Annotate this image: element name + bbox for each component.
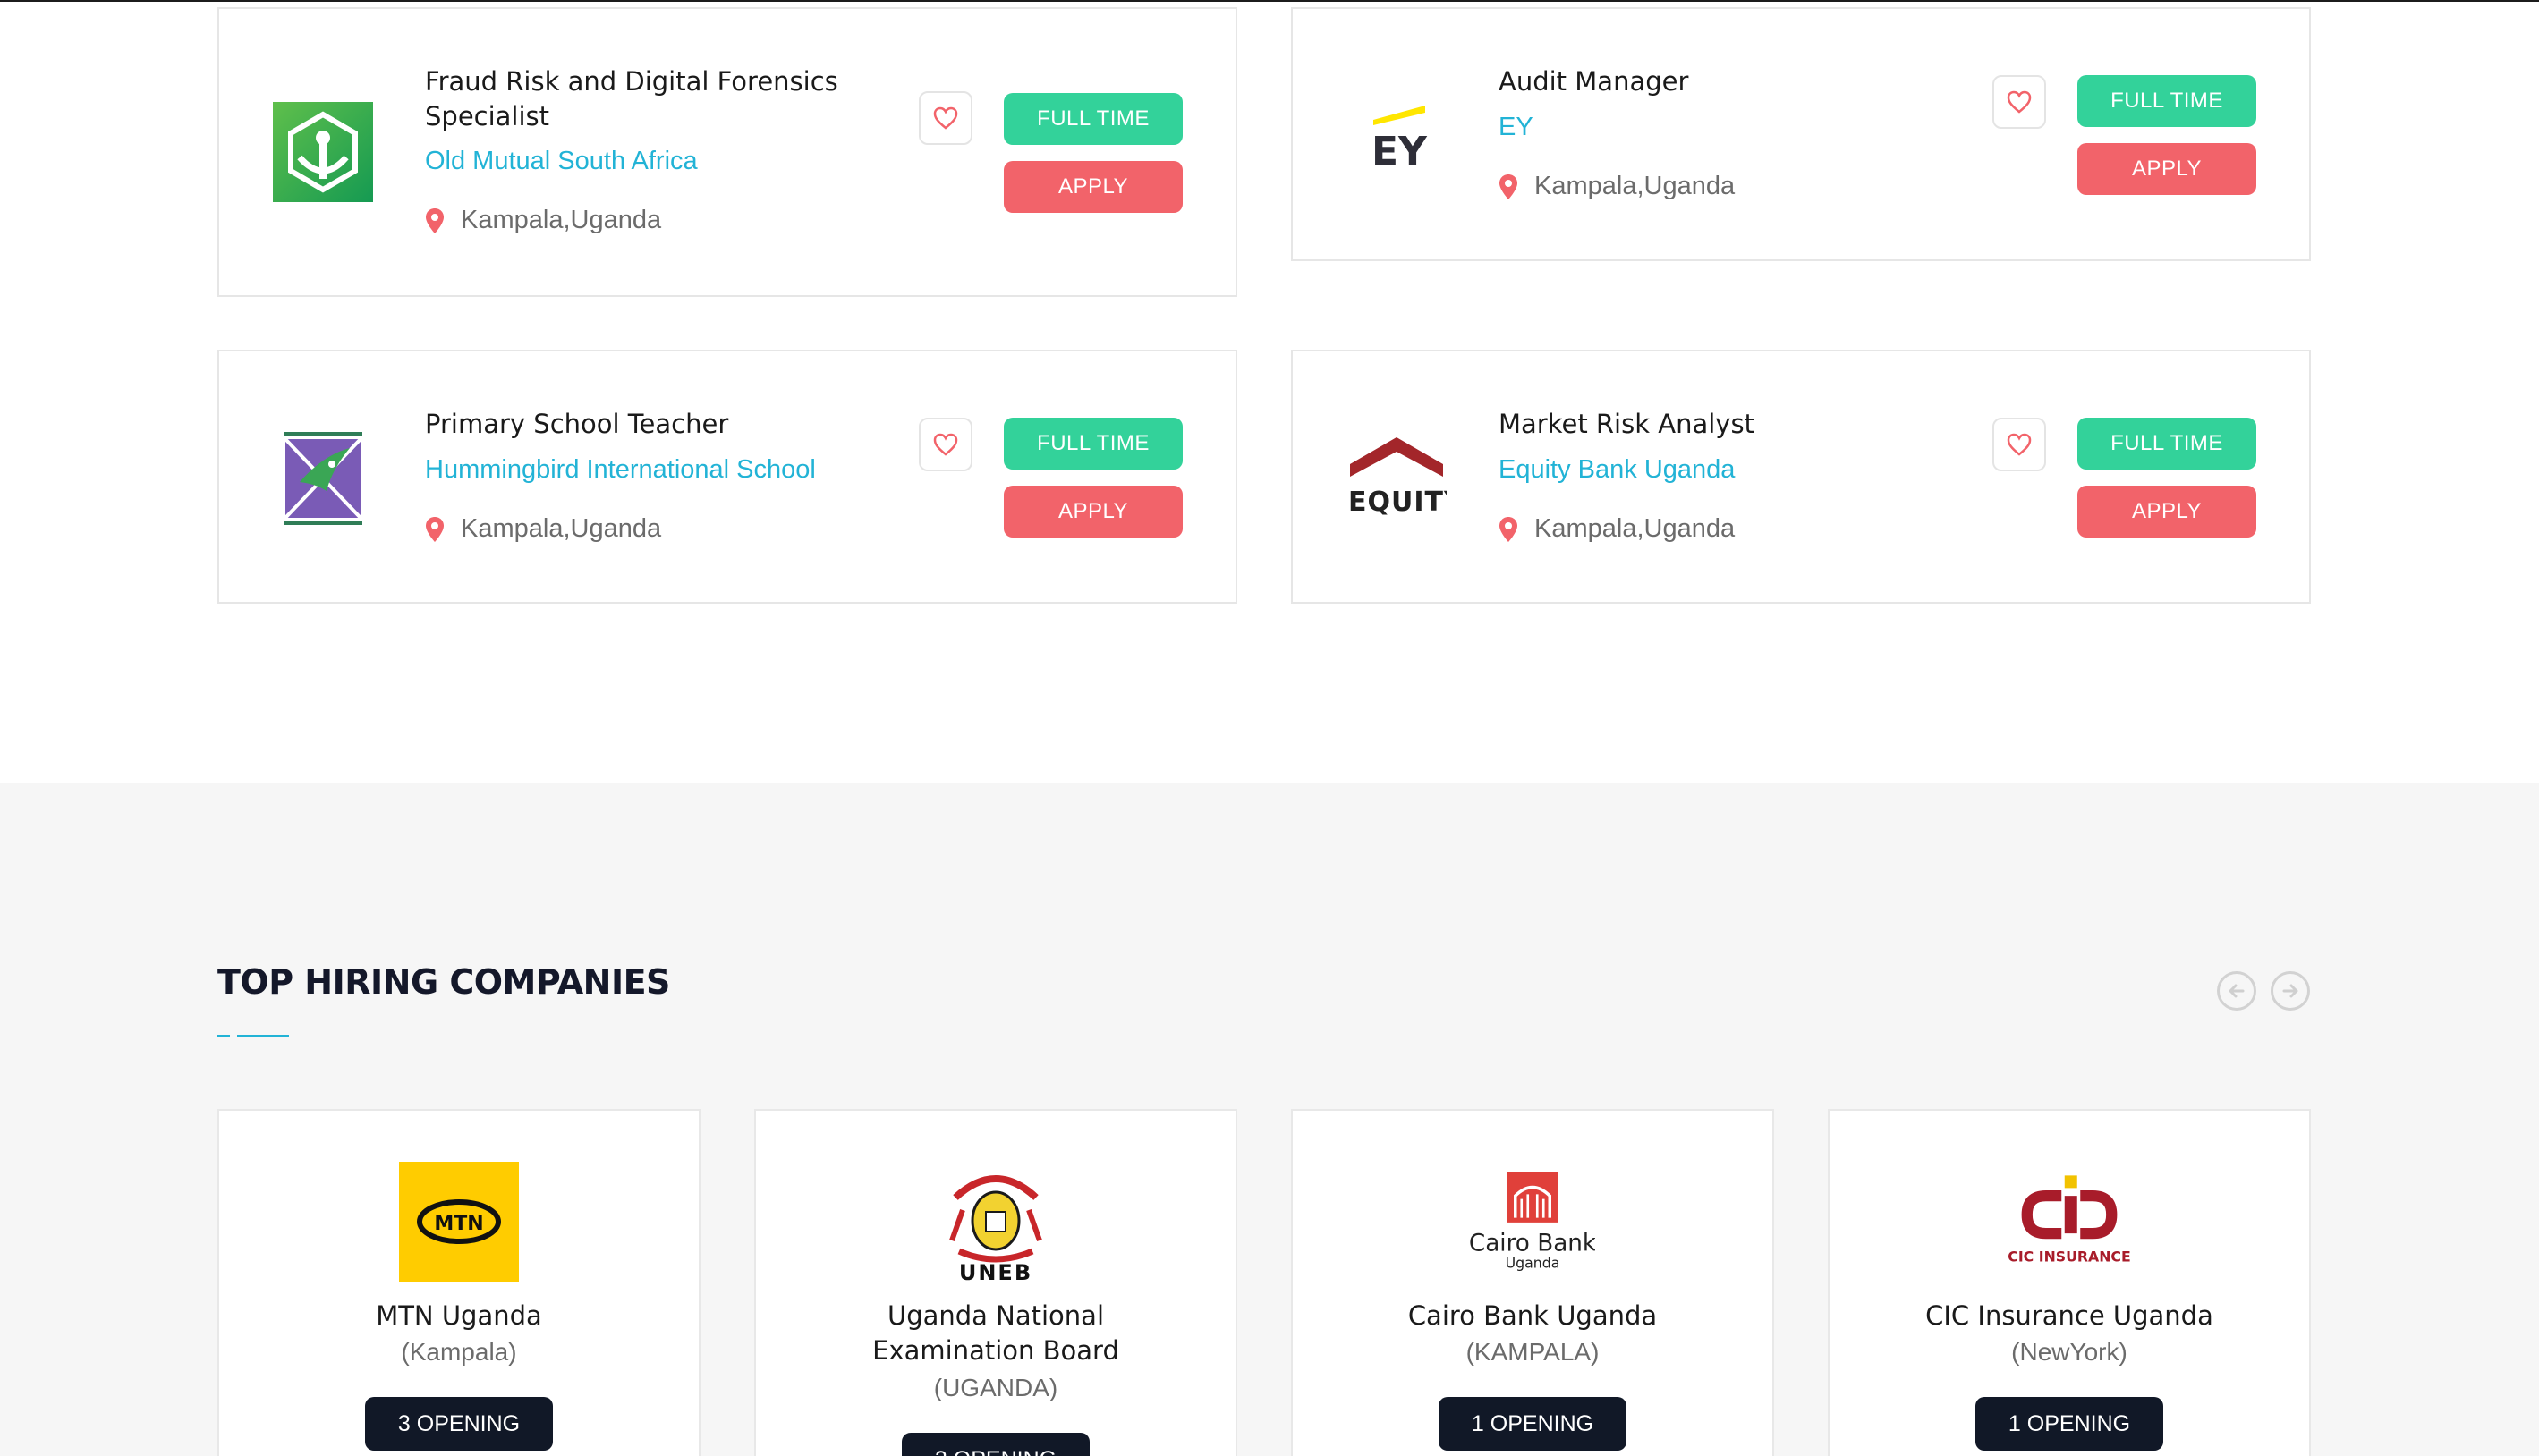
job-title[interactable]: Market Risk Analyst bbox=[1499, 407, 1964, 442]
apply-button[interactable]: APPLY bbox=[1004, 486, 1183, 538]
favorite-button[interactable] bbox=[919, 91, 972, 145]
location-pin-icon bbox=[1499, 516, 1517, 542]
company-name[interactable]: Uganda National Examination Board bbox=[756, 1299, 1236, 1368]
full-time-badge: FULL TIME bbox=[1004, 418, 1183, 470]
location-text: Kampala,Uganda bbox=[1534, 514, 1736, 543]
arrow-left-icon bbox=[2229, 984, 2245, 998]
location-text: Kampala,Uganda bbox=[461, 206, 662, 234]
company-link[interactable]: Hummingbird International School bbox=[425, 455, 816, 485]
company-card[interactable]: MTN MTN Uganda (Kampala) 3 OPENING bbox=[217, 1109, 701, 1456]
hummingbird-logo bbox=[273, 428, 373, 529]
favorite-button[interactable] bbox=[1992, 75, 2046, 129]
favorite-button[interactable] bbox=[919, 418, 972, 471]
job-location: Kampala,Uganda bbox=[1499, 514, 1735, 544]
company-location: (UGANDA) bbox=[933, 1374, 1058, 1401]
company-location: (NewYork) bbox=[2011, 1338, 2127, 1366]
company-card[interactable]: Cairo Bank Uganda Cairo Bank Uganda (KAM… bbox=[1291, 1109, 1774, 1456]
apply-button[interactable]: APPLY bbox=[1004, 161, 1183, 213]
location-pin-icon bbox=[1499, 174, 1517, 199]
uneb-logo-text: UNEB bbox=[959, 1260, 1032, 1282]
full-time-badge: FULL TIME bbox=[2077, 75, 2256, 127]
arrow-right-icon bbox=[2282, 984, 2298, 998]
equity-logo: EQUITY bbox=[1346, 428, 1447, 529]
ey-logo: EY bbox=[1346, 86, 1447, 186]
cairo-logo-text: Cairo Bank bbox=[1470, 1230, 1595, 1257]
job-card: Primary School Teacher Hummingbird Inter… bbox=[217, 350, 1237, 604]
job-location: Kampala,Uganda bbox=[1499, 172, 1735, 201]
company-link[interactable]: Old Mutual South Africa bbox=[425, 147, 698, 176]
company-location: (KAMPALA) bbox=[1465, 1338, 1600, 1366]
heart-icon bbox=[2007, 90, 2032, 114]
mtn-logo: MTN bbox=[396, 1161, 522, 1282]
job-location: Kampala,Uganda bbox=[425, 206, 661, 235]
full-time-badge: FULL TIME bbox=[2077, 418, 2256, 470]
company-location: (Kampala) bbox=[401, 1338, 517, 1366]
location-text: Kampala,Uganda bbox=[461, 514, 662, 543]
carousel-next-button[interactable] bbox=[2271, 971, 2310, 1011]
full-time-badge: FULL TIME bbox=[1004, 93, 1183, 145]
top-border bbox=[0, 0, 2539, 2]
ey-logo-text: EY bbox=[1371, 129, 1428, 174]
mtn-logo-text: MTN bbox=[434, 1213, 483, 1235]
company-link[interactable]: Equity Bank Uganda bbox=[1499, 455, 1735, 485]
company-name[interactable]: MTN Uganda bbox=[219, 1299, 699, 1333]
openings-button[interactable]: 1 OPENING bbox=[1439, 1397, 1626, 1451]
job-card: EY Audit Manager EY Kampala,Uganda FULL … bbox=[1291, 7, 2311, 261]
openings-button[interactable]: 1 OPENING bbox=[1975, 1397, 2163, 1451]
old-mutual-logo bbox=[273, 102, 373, 202]
location-text: Kampala,Uganda bbox=[1534, 172, 1736, 200]
job-title[interactable]: Audit Manager bbox=[1499, 64, 1964, 99]
section-title: TOP HIRING COMPANIES bbox=[217, 962, 670, 1002]
company-card[interactable]: CIC INSURANCE CIC Insurance Uganda (NewY… bbox=[1828, 1109, 2311, 1456]
cic-logo: CIC INSURANCE bbox=[2007, 1161, 2132, 1282]
company-link[interactable]: EY bbox=[1499, 113, 1533, 142]
job-location: Kampala,Uganda bbox=[425, 514, 661, 544]
openings-button[interactable]: 3 OPENING bbox=[365, 1397, 553, 1451]
location-pin-icon bbox=[426, 516, 444, 542]
uneb-logo: UNEB bbox=[933, 1161, 1058, 1282]
company-card[interactable]: UNEB Uganda National Examination Board (… bbox=[754, 1109, 1237, 1456]
carousel-prev-button[interactable] bbox=[2217, 971, 2256, 1011]
openings-button[interactable]: 2 OPENING bbox=[902, 1433, 1090, 1456]
job-title[interactable]: Primary School Teacher bbox=[425, 407, 890, 442]
job-card: Fraud Risk and Digital Forensics Special… bbox=[217, 7, 1237, 297]
cairo-logo-sub: Uganda bbox=[1506, 1255, 1560, 1272]
job-title[interactable]: Fraud Risk and Digital Forensics Special… bbox=[425, 64, 890, 134]
apply-button[interactable]: APPLY bbox=[2077, 143, 2256, 195]
cairo-bank-logo: Cairo Bank Uganda bbox=[1470, 1161, 1595, 1282]
heart-icon bbox=[933, 433, 958, 456]
location-pin-icon bbox=[426, 207, 444, 233]
heart-icon bbox=[2007, 433, 2032, 456]
heart-icon bbox=[933, 106, 958, 130]
company-name[interactable]: Cairo Bank Uganda bbox=[1293, 1299, 1772, 1333]
apply-button[interactable]: APPLY bbox=[2077, 486, 2256, 538]
favorite-button[interactable] bbox=[1992, 418, 2046, 471]
equity-logo-text: EQUITY bbox=[1348, 487, 1447, 518]
cic-logo-text: CIC INSURANCE bbox=[2008, 1249, 2130, 1266]
job-card: EQUITY Market Risk Analyst Equity Bank U… bbox=[1291, 350, 2311, 604]
company-name[interactable]: CIC Insurance Uganda bbox=[1830, 1299, 2309, 1333]
